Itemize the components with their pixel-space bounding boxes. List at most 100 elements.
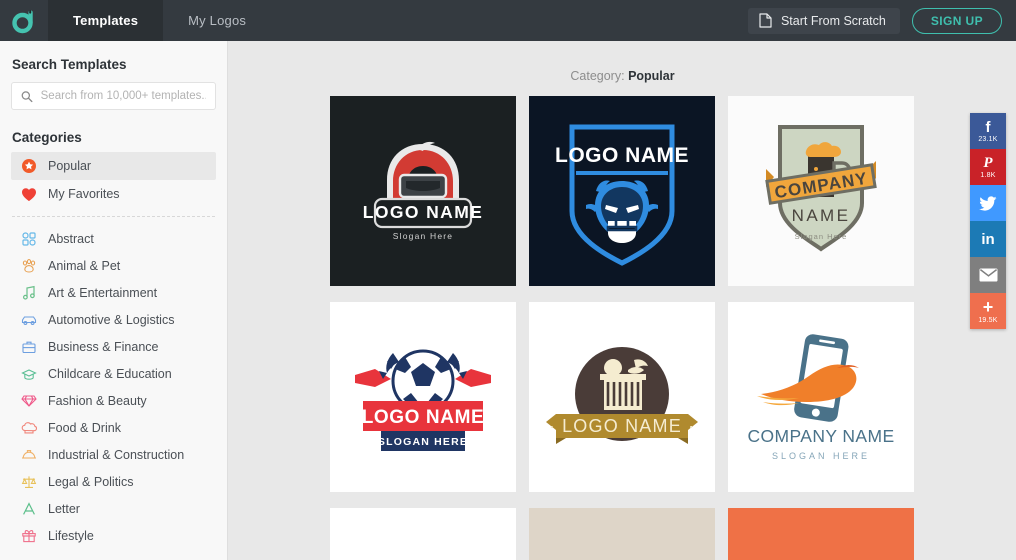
- plus-icon: +: [982, 297, 994, 317]
- top-navigation-bar: Templates My Logos Start From Scratch SI…: [0, 0, 1016, 41]
- share-email-button[interactable]: [970, 257, 1006, 293]
- main-content: Category: Popular LOGO NAME Slogan Here: [229, 41, 1016, 560]
- sidebar: Search Templates Categories Popular: [0, 41, 228, 560]
- sidebar-item-letter-label: Letter: [48, 501, 80, 516]
- template-card-navy-swoosh-partial[interactable]: [330, 508, 516, 560]
- tiger-head-artwork: [728, 508, 914, 560]
- svg-text:LOGO NAME: LOGO NAME: [363, 202, 484, 222]
- template-card-gorilla-shield[interactable]: LOGO NAME: [529, 96, 715, 286]
- search-section: [0, 72, 227, 110]
- tab-my-logos-label: My Logos: [188, 13, 247, 28]
- sidebar-item-fashion-beauty-label: Fashion & Beauty: [48, 393, 147, 408]
- sidebar-item-abstract-label: Abstract: [48, 231, 94, 246]
- chef-hat-icon: [20, 419, 38, 437]
- svg-text:· LOGO NAME ·: · LOGO NAME ·: [349, 407, 497, 428]
- paw-icon: [20, 257, 38, 275]
- sidebar-item-abstract[interactable]: Abstract: [11, 225, 216, 252]
- sign-up-button[interactable]: SIGN UP: [911, 7, 1002, 34]
- start-from-scratch-button[interactable]: Start From Scratch: [747, 7, 900, 34]
- hard-hat-icon: [20, 446, 38, 464]
- sidebar-item-business-finance[interactable]: Business & Finance: [11, 333, 216, 360]
- template-card-tiger-head-partial[interactable]: [728, 508, 914, 560]
- star-badge-icon: [20, 157, 38, 175]
- sidebar-item-childcare-education[interactable]: Childcare & Education: [11, 360, 216, 387]
- category-list: Abstract Animal & Pet Art & Entertainmen…: [0, 225, 227, 549]
- designevo-logo-icon: [12, 9, 33, 33]
- linkedin-icon: in: [981, 230, 995, 248]
- share-facebook-button[interactable]: f 23.1K: [970, 113, 1006, 149]
- facebook-count: 23.1K: [978, 135, 998, 143]
- brand-logo[interactable]: [0, 0, 48, 41]
- diamond-icon: [20, 392, 38, 410]
- sidebar-item-industrial-construction[interactable]: Industrial & Construction: [11, 441, 216, 468]
- search-input[interactable]: [40, 90, 206, 102]
- gift-icon: [20, 527, 38, 545]
- search-icon: [21, 90, 33, 102]
- svg-text:Slogan Here: Slogan Here: [795, 232, 848, 241]
- start-from-scratch-label: Start From Scratch: [780, 13, 886, 28]
- vr-hood-esports-artwork: LOGO NAME Slogan Here: [363, 141, 484, 241]
- top-bar-actions: Start From Scratch SIGN UP: [747, 0, 1016, 41]
- svg-text:LOGO NAME: LOGO NAME: [555, 144, 689, 167]
- pinterest-count: 1.8K: [980, 171, 996, 179]
- sidebar-item-childcare-education-label: Childcare & Education: [48, 366, 172, 381]
- sidebar-item-art-entertainment-label: Art & Entertainment: [48, 285, 158, 300]
- template-card-vr-hood-esports[interactable]: LOGO NAME Slogan Here: [330, 96, 516, 286]
- sidebar-item-animal-pet[interactable]: Animal & Pet: [11, 252, 216, 279]
- sidebar-item-food-drink[interactable]: Food & Drink: [11, 414, 216, 441]
- template-card-veggie-basket[interactable]: · LOGO NAME ·: [529, 302, 715, 492]
- template-card-soccer-laurel[interactable]: · LOGO NAME · SLOGAN HERE: [330, 302, 516, 492]
- briefcase-icon: [20, 338, 38, 356]
- svg-text:COMPANY NAME: COMPANY NAME: [747, 426, 894, 446]
- document-icon: [759, 13, 772, 28]
- graduation-cap-icon: [20, 365, 38, 383]
- veggie-basket-artwork: · LOGO NAME ·: [546, 347, 698, 444]
- sidebar-item-automotive-logistics[interactable]: Automotive & Logistics: [11, 306, 216, 333]
- template-card-phone-swoosh[interactable]: COMPANY NAME SLOGAN HERE: [728, 302, 914, 492]
- template-card-brown-monkey-partial[interactable]: [529, 508, 715, 560]
- sidebar-item-letter[interactable]: Letter: [11, 495, 216, 522]
- beer-mug-crest-artwork: COMPANY NAME Slogan Here: [765, 125, 877, 252]
- search-box[interactable]: [11, 82, 216, 110]
- sidebar-item-lifestyle[interactable]: Lifestyle: [11, 522, 216, 549]
- pinterest-icon: P: [983, 154, 993, 171]
- template-card-beer-mug-crest[interactable]: COMPANY NAME Slogan Here: [728, 96, 914, 286]
- sidebar-divider: [12, 216, 215, 217]
- car-icon: [20, 311, 38, 329]
- svg-text:NAME: NAME: [792, 206, 851, 225]
- categories-title: Categories: [12, 130, 82, 145]
- share-linkedin-button[interactable]: in: [970, 221, 1006, 257]
- sidebar-item-my-favorites[interactable]: My Favorites: [11, 180, 216, 208]
- tab-templates-label: Templates: [73, 13, 139, 28]
- sidebar-item-lifestyle-label: Lifestyle: [48, 528, 94, 543]
- facebook-icon: f: [985, 118, 991, 136]
- sign-up-label: SIGN UP: [930, 13, 983, 28]
- brown-monkey-artwork: [529, 508, 715, 560]
- sidebar-item-legal-politics-label: Legal & Politics: [48, 474, 134, 489]
- sidebar-item-popular[interactable]: Popular: [11, 152, 216, 180]
- music-note-icon: [20, 284, 38, 302]
- sidebar-item-art-entertainment[interactable]: Art & Entertainment: [11, 279, 216, 306]
- template-grid: LOGO NAME Slogan Here LOGO NAME COMPANY …: [229, 83, 1016, 560]
- scales-icon: [20, 473, 38, 491]
- search-templates-title: Search Templates: [12, 57, 127, 72]
- category-name-label: Popular: [628, 69, 675, 83]
- app-root: Templates My Logos Start From Scratch SI…: [0, 0, 1016, 560]
- share-twitter-button[interactable]: [970, 185, 1006, 221]
- sidebar-item-fashion-beauty[interactable]: Fashion & Beauty: [11, 387, 216, 414]
- share-more-button[interactable]: + 19.5K: [970, 293, 1006, 329]
- abstract-shapes-icon: [20, 230, 38, 248]
- share-more-count: 19.5K: [978, 317, 998, 324]
- sidebar-item-business-finance-label: Business & Finance: [48, 339, 159, 354]
- tab-my-logos[interactable]: My Logos: [163, 0, 271, 41]
- sidebar-item-food-drink-label: Food & Drink: [48, 420, 121, 435]
- category-header: Category: Popular: [229, 41, 1016, 83]
- share-pinterest-button[interactable]: P 1.8K: [970, 149, 1006, 185]
- sidebar-item-legal-politics[interactable]: Legal & Politics: [11, 468, 216, 495]
- svg-text:SLOGAN HERE: SLOGAN HERE: [378, 436, 468, 448]
- sidebar-item-automotive-logistics-label: Automotive & Logistics: [48, 312, 175, 327]
- tab-templates[interactable]: Templates: [48, 0, 164, 41]
- sidebar-item-industrial-construction-label: Industrial & Construction: [48, 447, 185, 462]
- svg-text:SLOGAN HERE: SLOGAN HERE: [772, 451, 870, 461]
- soccer-laurel-artwork: · LOGO NAME · SLOGAN HERE: [349, 349, 497, 451]
